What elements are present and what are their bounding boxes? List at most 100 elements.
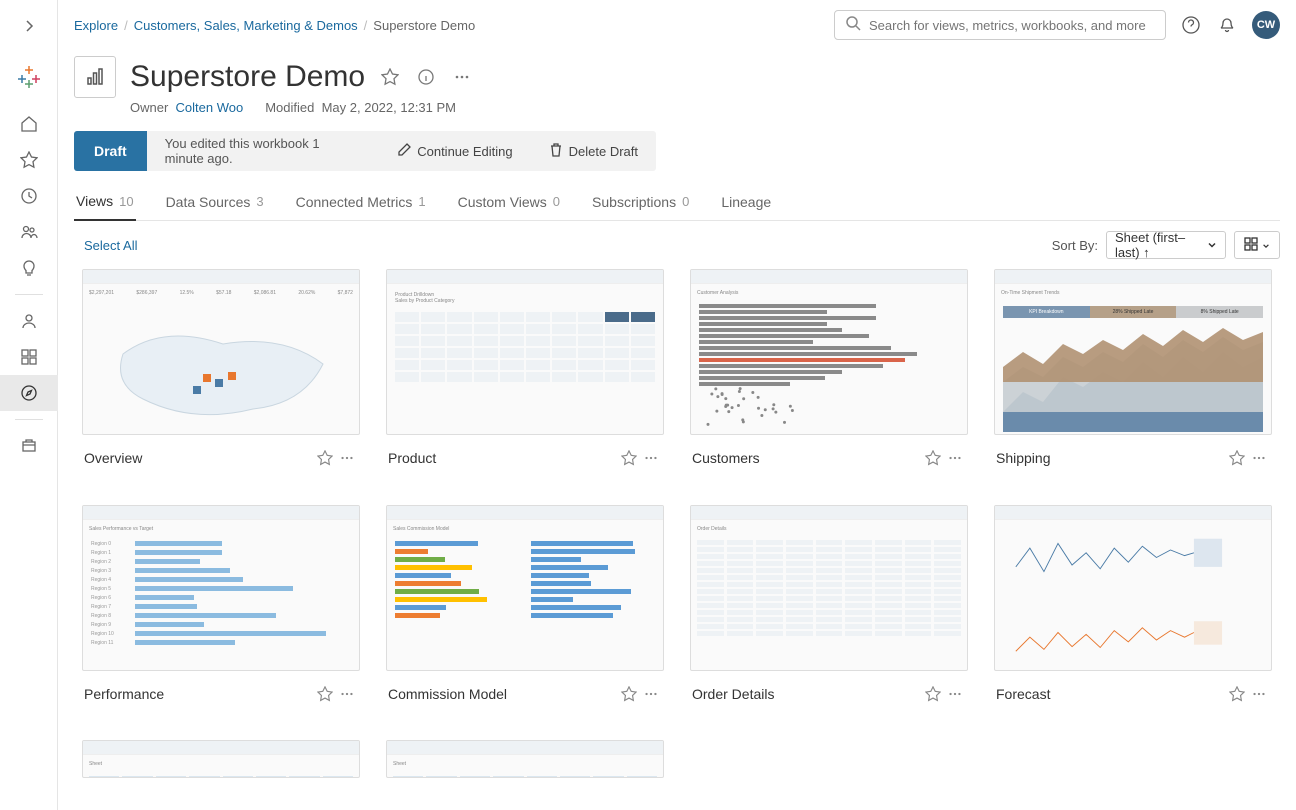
- select-all-button[interactable]: Select All: [84, 238, 137, 253]
- view-thumbnail[interactable]: Sheet: [386, 740, 664, 778]
- view-thumbnail[interactable]: Product DrilldownSales by Product Catego…: [386, 269, 664, 435]
- view-title[interactable]: Commission Model: [388, 686, 618, 702]
- view-card: Sales Performance vs TargetRegion 0Regio…: [82, 505, 360, 715]
- notifications-icon[interactable]: [1216, 14, 1238, 36]
- delete-draft-button[interactable]: Delete Draft: [531, 143, 656, 160]
- nav-shared-icon[interactable]: [0, 214, 58, 250]
- favorite-toggle-icon[interactable]: [1226, 683, 1248, 705]
- topbar: Explore / Customers, Sales, Marketing & …: [58, 0, 1296, 46]
- view-thumbnail[interactable]: Sheet: [82, 740, 360, 778]
- view-mode-toggle[interactable]: [1234, 231, 1280, 259]
- edit-icon: [397, 143, 411, 160]
- more-actions-icon[interactable]: [336, 683, 358, 705]
- nav-divider: [15, 294, 43, 295]
- favorite-toggle-icon[interactable]: [618, 447, 640, 469]
- more-actions-icon[interactable]: [1248, 683, 1270, 705]
- breadcrumb-sep: /: [124, 18, 128, 33]
- view-card-footer: Commission Model: [386, 671, 664, 705]
- global-search[interactable]: [834, 10, 1166, 40]
- nav-collections-icon[interactable]: [0, 339, 58, 375]
- owner-link[interactable]: Colten Woo: [176, 100, 244, 115]
- nav-explore-icon[interactable]: [0, 375, 58, 411]
- favorite-toggle-icon[interactable]: [922, 683, 944, 705]
- more-actions-icon[interactable]: [336, 447, 358, 469]
- grid-icon: [1244, 237, 1258, 254]
- nav-personal-icon[interactable]: [0, 303, 58, 339]
- more-actions-icon[interactable]: [451, 66, 473, 88]
- search-input[interactable]: [869, 18, 1155, 33]
- nav-home-icon[interactable]: [0, 106, 58, 142]
- view-thumbnail[interactable]: Customer Analysis: [690, 269, 968, 435]
- view-thumbnail[interactable]: Order Details: [690, 505, 968, 671]
- view-card: Order Details Order Details: [690, 505, 968, 715]
- view-card-footer: Order Details: [690, 671, 968, 705]
- more-actions-icon[interactable]: [1248, 447, 1270, 469]
- more-actions-icon[interactable]: [640, 447, 662, 469]
- trash-icon: [549, 143, 563, 160]
- help-icon[interactable]: [1180, 14, 1202, 36]
- view-card-footer: Forecast: [994, 671, 1272, 705]
- view-card: Sheet: [386, 740, 664, 780]
- breadcrumb-sep: /: [364, 18, 368, 33]
- nav-external-icon[interactable]: [0, 428, 58, 464]
- view-title[interactable]: Shipping: [996, 450, 1226, 466]
- breadcrumb-current: Superstore Demo: [373, 18, 475, 33]
- view-card: Sales Commission Model Commission Model: [386, 505, 664, 715]
- tab-connected-metrics[interactable]: Connected Metrics1: [294, 185, 428, 220]
- sort-by-select[interactable]: Sheet (first–last) ↑: [1106, 231, 1226, 259]
- nav-recents-icon[interactable]: [0, 178, 58, 214]
- user-avatar[interactable]: CW: [1252, 11, 1280, 39]
- favorite-toggle-icon[interactable]: [314, 683, 336, 705]
- tab-views[interactable]: Views10: [74, 185, 136, 221]
- views-grid: $2,297,201$286,39712.5%$57.18$2,086.8120…: [58, 269, 1296, 810]
- breadcrumb-explore[interactable]: Explore: [74, 18, 118, 33]
- view-card: Forecast: [994, 505, 1272, 715]
- sort-by-label: Sort By:: [1052, 238, 1098, 253]
- left-nav-rail: [0, 0, 58, 810]
- draft-banner: Draft You edited this workbook 1 minute …: [74, 131, 656, 171]
- favorite-toggle-icon[interactable]: [314, 447, 336, 469]
- favorite-toggle-icon[interactable]: [1226, 447, 1248, 469]
- continue-editing-button[interactable]: Continue Editing: [379, 143, 530, 160]
- view-card: Sheet: [82, 740, 360, 780]
- details-icon[interactable]: [415, 66, 437, 88]
- view-card-footer: Overview: [82, 435, 360, 469]
- tab-subscriptions[interactable]: Subscriptions0: [590, 185, 691, 220]
- breadcrumb-project[interactable]: Customers, Sales, Marketing & Demos: [134, 18, 358, 33]
- main-content: Explore / Customers, Sales, Marketing & …: [58, 0, 1296, 810]
- nav-favorites-icon[interactable]: [0, 142, 58, 178]
- tab-custom-views[interactable]: Custom Views0: [456, 185, 562, 220]
- favorite-toggle-icon[interactable]: [922, 447, 944, 469]
- view-title[interactable]: Customers: [692, 450, 922, 466]
- view-title[interactable]: Forecast: [996, 686, 1226, 702]
- chevron-down-icon: [1262, 238, 1270, 253]
- view-thumbnail[interactable]: $2,297,201$286,39712.5%$57.18$2,086.8120…: [82, 269, 360, 435]
- more-actions-icon[interactable]: [944, 447, 966, 469]
- tab-lineage[interactable]: Lineage: [719, 185, 773, 220]
- favorite-toggle-icon[interactable]: [379, 66, 401, 88]
- view-thumbnail[interactable]: [994, 505, 1272, 671]
- view-card: On-Time Shipment TrendsKPI Breakdown28% …: [994, 269, 1272, 479]
- draft-message: You edited this workbook 1 minute ago.: [147, 136, 380, 166]
- view-card: Product DrilldownSales by Product Catego…: [386, 269, 664, 479]
- view-title[interactable]: Product: [388, 450, 618, 466]
- more-actions-icon[interactable]: [944, 683, 966, 705]
- view-thumbnail[interactable]: Sales Performance vs TargetRegion 0Regio…: [82, 505, 360, 671]
- nav-divider: [15, 419, 43, 420]
- view-title[interactable]: Overview: [84, 450, 314, 466]
- favorite-toggle-icon[interactable]: [618, 683, 640, 705]
- view-title[interactable]: Order Details: [692, 686, 922, 702]
- draft-chip: Draft: [74, 131, 147, 171]
- tab-data-sources[interactable]: Data Sources3: [164, 185, 266, 220]
- page-title: Superstore Demo: [130, 60, 365, 94]
- list-toolbar: Select All Sort By: Sheet (first–last) ↑: [58, 221, 1296, 269]
- view-thumbnail[interactable]: Sales Commission Model: [386, 505, 664, 671]
- more-actions-icon[interactable]: [640, 683, 662, 705]
- nav-recommendations-icon[interactable]: [0, 250, 58, 286]
- view-title[interactable]: Performance: [84, 686, 314, 702]
- search-icon: [845, 15, 861, 36]
- modified-field: Modified May 2, 2022, 12:31 PM: [265, 100, 456, 115]
- view-card: $2,297,201$286,39712.5%$57.18$2,086.8120…: [82, 269, 360, 479]
- expand-nav-button[interactable]: [9, 8, 49, 44]
- view-thumbnail[interactable]: On-Time Shipment TrendsKPI Breakdown28% …: [994, 269, 1272, 435]
